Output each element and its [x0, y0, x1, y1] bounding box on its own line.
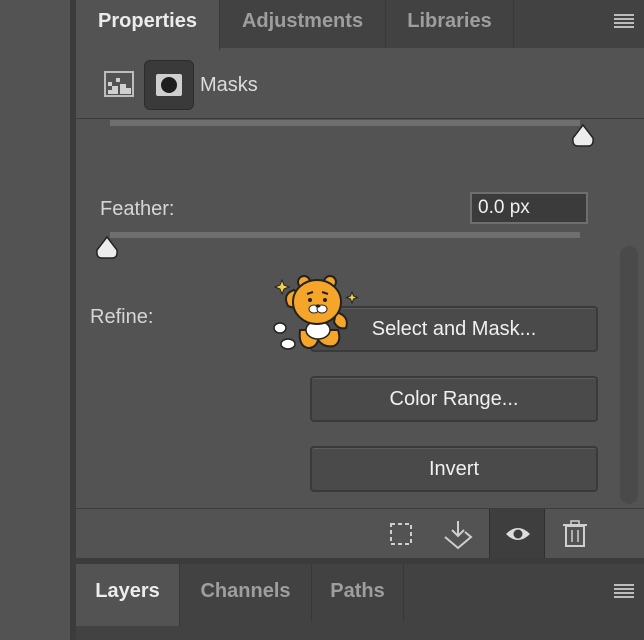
- invert-button[interactable]: Invert: [310, 446, 598, 492]
- apply-mask-icon[interactable]: [433, 509, 483, 559]
- tab-adjustments[interactable]: Adjustments: [220, 0, 386, 48]
- eye-icon[interactable]: [489, 509, 545, 559]
- vector-mask-icon[interactable]: [144, 60, 194, 110]
- layers-panel: Layers Channels Paths: [76, 564, 644, 640]
- tab-layers[interactable]: Layers: [76, 564, 180, 626]
- pixel-mask-icon[interactable]: [102, 68, 136, 102]
- tab-paths[interactable]: Paths: [312, 564, 404, 622]
- vertical-scrollbar[interactable]: [620, 246, 638, 504]
- masks-row: Masks: [76, 48, 644, 119]
- properties-tab-bar: Properties Adjustments Libraries: [76, 0, 644, 50]
- hamburger-menu-icon[interactable]: [614, 584, 634, 598]
- feather-label: Feather:: [100, 198, 175, 220]
- hamburger-menu-icon[interactable]: [614, 14, 634, 28]
- tab-properties[interactable]: Properties: [76, 0, 220, 50]
- properties-panel: Properties Adjustments Libraries Masks F…: [76, 0, 644, 559]
- tab-channels[interactable]: Channels: [180, 564, 312, 622]
- load-selection-icon[interactable]: [376, 509, 426, 559]
- feather-slider-track[interactable]: [110, 232, 580, 238]
- left-gutter: [0, 0, 70, 640]
- color-range-button[interactable]: Color Range...: [310, 376, 598, 422]
- refine-label: Refine:: [90, 306, 154, 328]
- feather-input[interactable]: 0.0 px: [470, 192, 588, 224]
- cartoon-lion-sticker: [272, 270, 362, 354]
- mask-toolbar: [76, 508, 644, 559]
- masks-label: Masks: [200, 74, 258, 96]
- tab-libraries[interactable]: Libraries: [386, 0, 514, 48]
- density-slider-track[interactable]: [110, 120, 580, 126]
- trash-icon[interactable]: [550, 509, 600, 559]
